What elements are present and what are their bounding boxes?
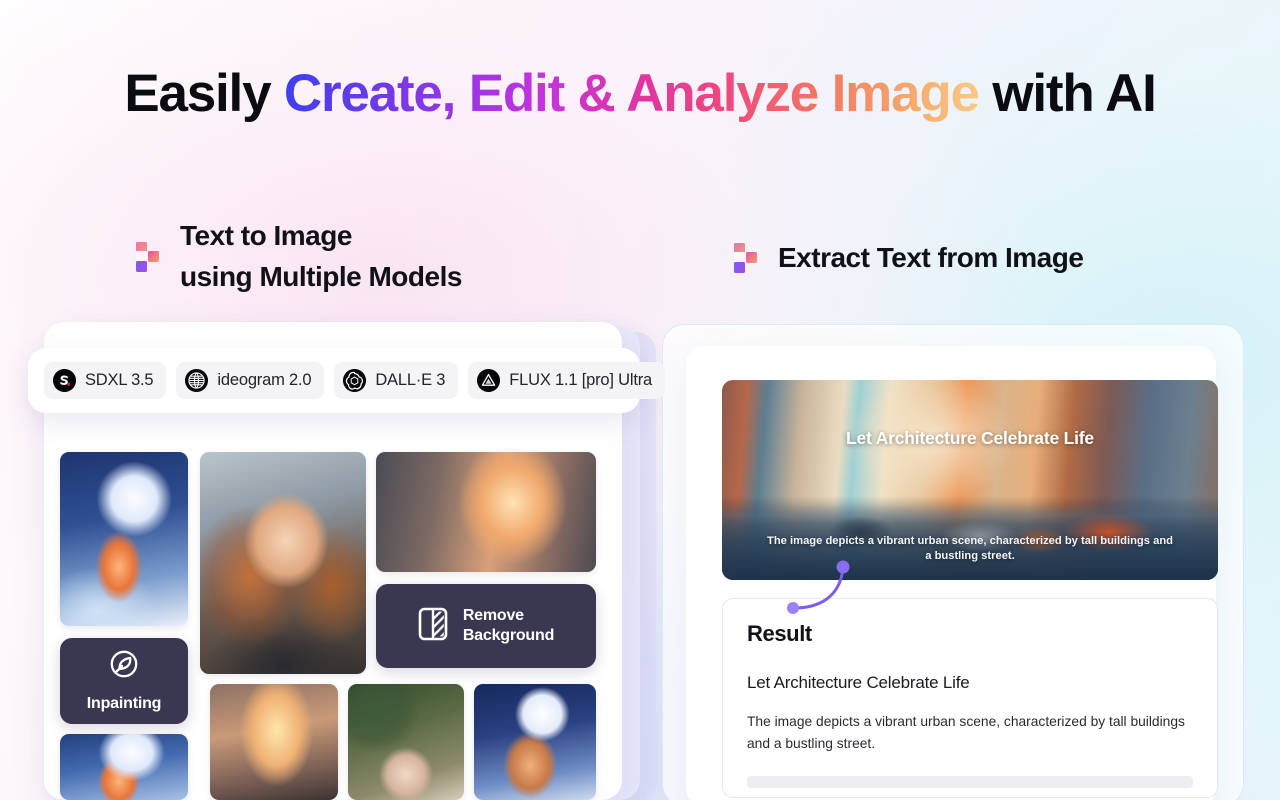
model-chip-label: ideogram 2.0 (217, 371, 312, 389)
page-title: Easily Create, Edit & Analyze Image with… (0, 64, 1280, 124)
list-item[interactable] (200, 452, 366, 674)
flux-icon (477, 369, 501, 392)
list-item[interactable] (60, 452, 188, 626)
headline-part-1: Easily (124, 64, 284, 123)
remove-background-icon (418, 607, 448, 646)
skeleton-row (747, 775, 1193, 788)
landing-page: Easily Create, Edit & Analyze Image with… (0, 0, 1280, 800)
section-heading-extract-text: Extract Text from Image (734, 238, 1084, 279)
model-chip-label: FLUX 1.1 [pro] Ultra (509, 371, 653, 389)
section-title: Extract Text from Image (778, 242, 1084, 273)
result-subheading: Let Architecture Celebrate Life (747, 673, 970, 692)
section-heading-text-to-image: Text to Image using Multiple Models (136, 216, 462, 298)
extract-text-showcase: Let Architecture Celebrate Life The imag… (656, 324, 1256, 800)
openai-icon (343, 369, 367, 392)
section-title-line-1: Text to Image (180, 220, 352, 251)
model-chip-dalle[interactable]: DALL·E 3 (334, 362, 459, 399)
list-item[interactable] (210, 684, 338, 800)
result-body-text: The image depicts a vibrant urban scene,… (747, 714, 1185, 752)
extract-text-panel: Let Architecture Celebrate Life The imag… (686, 346, 1218, 800)
model-chip-label: DALL·E 3 (375, 371, 446, 389)
inpainting-button[interactable]: Inpainting (60, 638, 188, 724)
section-title: Text to Image using Multiple Models (180, 216, 462, 298)
inpainting-label: Inpainting (86, 695, 162, 713)
model-chip-ideogram[interactable]: ideogram 2.0 (176, 362, 325, 399)
source-image-card[interactable]: Let Architecture Celebrate Life The imag… (722, 380, 1218, 580)
section-title-line-2: using Multiple Models (180, 260, 462, 292)
hero-overlay-title: Let Architecture Celebrate Life (846, 428, 1094, 448)
headline-part-2: with AI (978, 64, 1157, 123)
list-item[interactable] (474, 684, 596, 800)
model-chip-sdxl[interactable]: SDXL 3.5 (44, 362, 167, 399)
result-connector (787, 560, 850, 614)
blocks-icon (734, 243, 760, 274)
inpainting-brush-icon (108, 648, 140, 685)
model-selector-bar: SDXL 3.5 ideogram 2.0 DALL·E 3 FLUX 1.1 … (28, 348, 666, 413)
ideogram-icon (185, 369, 209, 392)
remove-background-button[interactable]: Remove Background (376, 584, 596, 668)
model-chip-flux[interactable]: FLUX 1.1 [pro] Ultra (468, 362, 666, 399)
list-item[interactable] (348, 684, 464, 800)
headline-gradient-text: Create, Edit & Analyze Image (283, 64, 980, 123)
model-chip-label: SDXL 3.5 (85, 371, 154, 389)
generated-image-gallery: Remove Background Inpainting (60, 452, 600, 800)
remove-background-label: Remove Background (462, 607, 555, 644)
blocks-icon (136, 241, 162, 272)
stability-ai-icon (53, 369, 76, 392)
list-item[interactable] (60, 734, 188, 800)
result-heading: Result (747, 621, 812, 646)
result-card: Result Let Architecture Celebrate Life T… (722, 598, 1218, 798)
list-item[interactable] (376, 452, 596, 572)
